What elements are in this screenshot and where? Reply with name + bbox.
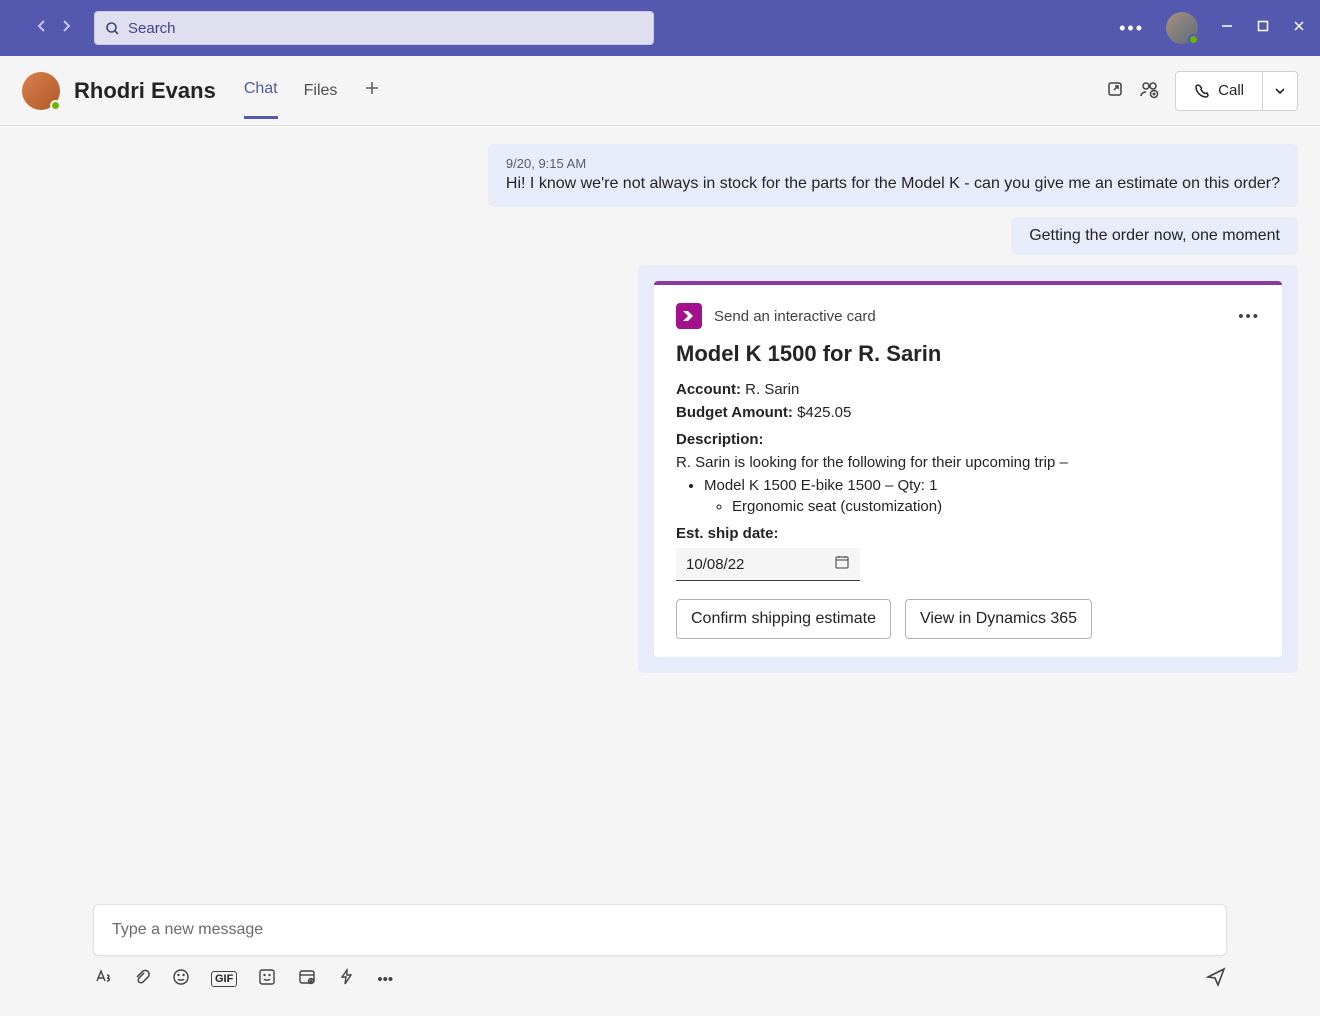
sticker-icon[interactable]: [257, 967, 277, 991]
emoji-icon[interactable]: [171, 967, 191, 991]
add-tab-button[interactable]: [363, 61, 381, 120]
chat-body: 9/20, 9:15 AM Hi! I know we're not alway…: [0, 126, 1320, 906]
chat-header: Rhodri Evans Chat Files Call: [0, 56, 1320, 126]
confirm-shipping-button[interactable]: Confirm shipping estimate: [676, 599, 891, 639]
send-button[interactable]: [1205, 966, 1227, 992]
power-automate-icon: [676, 303, 702, 329]
view-dynamics-button[interactable]: View in Dynamics 365: [905, 599, 1092, 639]
forward-button[interactable]: [58, 18, 74, 38]
attach-icon[interactable]: [133, 968, 151, 990]
tab-chat[interactable]: Chat: [244, 62, 278, 119]
message-text: Hi! I know we're not always in stock for…: [506, 175, 1280, 193]
minimize-button[interactable]: [1220, 19, 1234, 37]
card-message: Send an interactive card ••• Model K 150…: [638, 265, 1298, 673]
incoming-message[interactable]: 9/20, 9:15 AM Hi! I know we're not alway…: [488, 144, 1298, 207]
title-bar: Search •••: [0, 0, 1320, 56]
composer: Type a new message GIF •••: [93, 904, 1227, 992]
call-options-button[interactable]: [1263, 71, 1298, 111]
popout-icon[interactable]: [1105, 79, 1125, 103]
add-people-icon[interactable]: [1139, 79, 1161, 103]
card-app-label: Send an interactive card: [714, 308, 876, 325]
adaptive-card: Send an interactive card ••• Model K 150…: [654, 281, 1282, 657]
card-more-menu[interactable]: •••: [1238, 308, 1260, 325]
calendar-icon: [834, 554, 850, 574]
format-icon[interactable]: [93, 967, 113, 991]
ship-date-input[interactable]: 10/08/22: [676, 548, 860, 581]
call-label: Call: [1218, 82, 1244, 99]
message-text: Getting the order now, one moment: [1029, 227, 1280, 244]
user-avatar[interactable]: [1166, 12, 1198, 44]
contact-name: Rhodri Evans: [74, 78, 216, 104]
outgoing-message[interactable]: Getting the order now, one moment: [1011, 217, 1298, 255]
actions-icon[interactable]: [337, 967, 357, 991]
call-button[interactable]: Call: [1175, 71, 1263, 111]
loop-icon[interactable]: [297, 967, 317, 991]
message-input[interactable]: Type a new message: [93, 904, 1227, 956]
search-input[interactable]: Search: [94, 11, 654, 45]
presence-available-icon: [50, 100, 61, 111]
composer-more-menu[interactable]: •••: [377, 971, 393, 988]
presence-available-icon: [1188, 34, 1199, 45]
back-button[interactable]: [34, 18, 50, 38]
maximize-button[interactable]: [1256, 19, 1270, 37]
timestamp: 9/20, 9:15 AM: [506, 156, 1280, 171]
tab-files[interactable]: Files: [304, 64, 338, 118]
gif-icon[interactable]: GIF: [211, 971, 237, 987]
more-menu[interactable]: •••: [1119, 18, 1144, 39]
card-title: Model K 1500 for R. Sarin: [676, 341, 1260, 367]
close-button[interactable]: [1292, 19, 1306, 37]
contact-avatar[interactable]: [22, 72, 60, 110]
search-placeholder: Search: [128, 20, 176, 37]
